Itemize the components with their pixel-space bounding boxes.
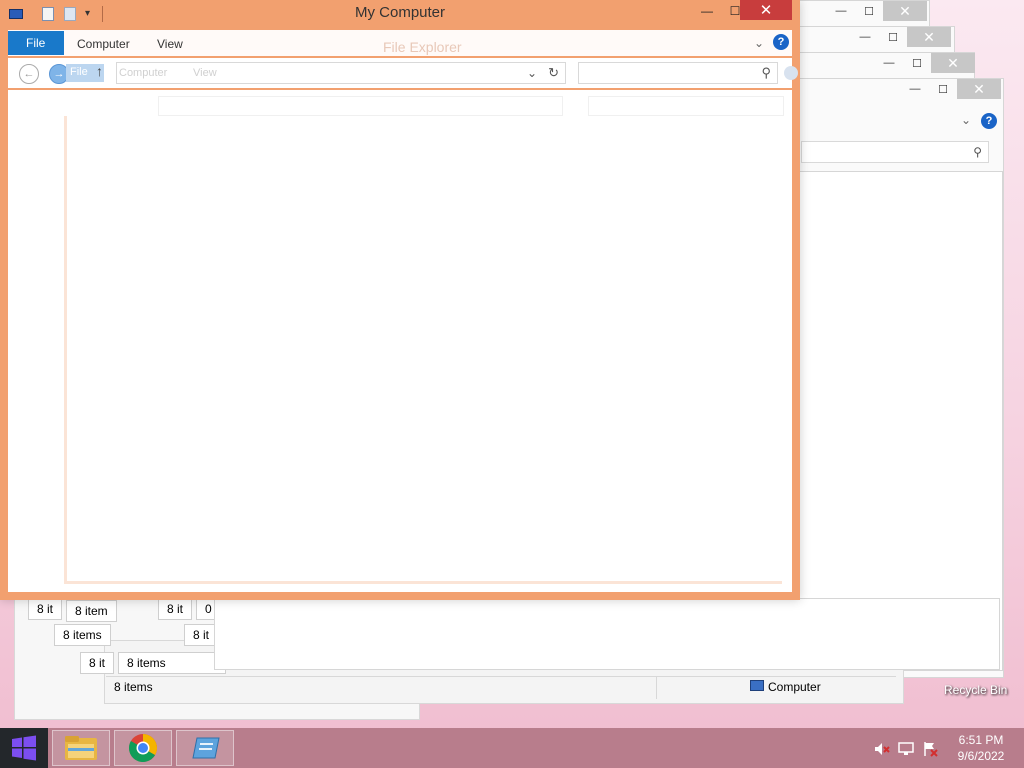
- status-divider: [656, 677, 657, 699]
- status-item-count: 8 items: [114, 680, 153, 694]
- maximize-button[interactable]: ☐: [855, 1, 883, 21]
- address-bar[interactable]: Computer View ⌄ ↻: [116, 62, 566, 84]
- server-manager-icon: [192, 737, 220, 759]
- address-dropdown-icon[interactable]: ⌄: [527, 66, 537, 80]
- my-computer-window[interactable]: ▾ My Computer — ☐ ✕ File Computer View F…: [0, 0, 800, 600]
- ghost-window-outline: [64, 116, 782, 584]
- maximize-button[interactable]: ☐: [929, 79, 957, 99]
- back-arrow-icon[interactable]: ←: [19, 64, 39, 84]
- status-item-count: 8 item: [66, 600, 117, 622]
- network-icon[interactable]: [898, 741, 914, 757]
- status-item-count: 8 it: [80, 652, 115, 674]
- window-title: My Computer: [354, 4, 446, 21]
- status-item-count: 8 items: [54, 624, 111, 646]
- status-item-count: 8 items: [118, 652, 226, 674]
- status-bar: 8 items Computer: [106, 676, 896, 699]
- ghost-window-title: File Explorer: [383, 39, 462, 55]
- windows-logo-icon: [12, 735, 36, 761]
- maximize-button[interactable]: ☐: [879, 27, 907, 47]
- refresh-icon[interactable]: ↻: [548, 65, 559, 81]
- taskbar-server-manager[interactable]: [176, 730, 234, 766]
- search-box[interactable]: ⚲: [578, 62, 778, 84]
- ghost-address-bar: [158, 96, 563, 116]
- ghost-search-box: [588, 96, 784, 116]
- minimize-button[interactable]: —: [827, 1, 855, 21]
- chevron-down-icon[interactable]: ⌄: [961, 113, 971, 127]
- chrome-icon: [128, 734, 157, 763]
- taskbar-chrome[interactable]: [114, 730, 172, 766]
- content-pane: [214, 598, 1000, 670]
- minimize-ribbon-icon[interactable]: ⌄: [754, 36, 764, 50]
- close-button[interactable]: ✕: [907, 27, 951, 47]
- maximize-button[interactable]: ☐: [903, 53, 931, 73]
- minimize-button[interactable]: —: [901, 79, 929, 99]
- clock-time: 6:51 PM: [958, 733, 1004, 747]
- close-button[interactable]: ✕: [931, 53, 975, 73]
- up-arrow-icon[interactable]: ↑: [96, 63, 103, 79]
- tab-file[interactable]: File: [8, 31, 64, 55]
- recycle-bin-label[interactable]: Recycle Bin: [944, 683, 1007, 697]
- ghost-tab-computer: Computer: [119, 67, 168, 79]
- tab-computer[interactable]: Computer: [77, 37, 130, 51]
- status-item-count: 8 it: [28, 598, 63, 620]
- start-button[interactable]: [0, 728, 48, 768]
- close-button[interactable]: ✕: [883, 1, 927, 21]
- folder-icon: [65, 736, 97, 760]
- search-icon: ⚲: [973, 145, 982, 159]
- action-center-icon[interactable]: [922, 741, 938, 757]
- computer-icon: [750, 680, 764, 691]
- ghost-help-icon: [784, 66, 798, 80]
- status-location: Computer: [768, 680, 821, 694]
- content-pane[interactable]: [8, 90, 792, 592]
- tab-view[interactable]: View: [157, 37, 183, 51]
- close-button[interactable]: ✕: [740, 0, 792, 20]
- minimize-button[interactable]: —: [851, 27, 879, 47]
- search-box[interactable]: ⚲: [801, 141, 989, 163]
- status-item-count: 8 it: [184, 624, 219, 646]
- minimize-button[interactable]: —: [694, 1, 720, 21]
- ghost-tab-view: View: [193, 67, 217, 79]
- help-icon[interactable]: ?: [773, 34, 789, 50]
- search-icon: ⚲: [761, 65, 771, 80]
- status-item-count: 8 it: [158, 598, 193, 620]
- taskbar-file-explorer[interactable]: [52, 730, 110, 766]
- minimize-button[interactable]: —: [875, 53, 903, 73]
- clock-date: 9/6/2022: [957, 749, 1005, 763]
- volume-muted-icon[interactable]: [874, 741, 890, 757]
- help-icon[interactable]: ?: [981, 113, 997, 129]
- clock[interactable]: 6:51 PM 9/6/2022: [948, 732, 1014, 764]
- close-button[interactable]: ✕: [957, 79, 1001, 99]
